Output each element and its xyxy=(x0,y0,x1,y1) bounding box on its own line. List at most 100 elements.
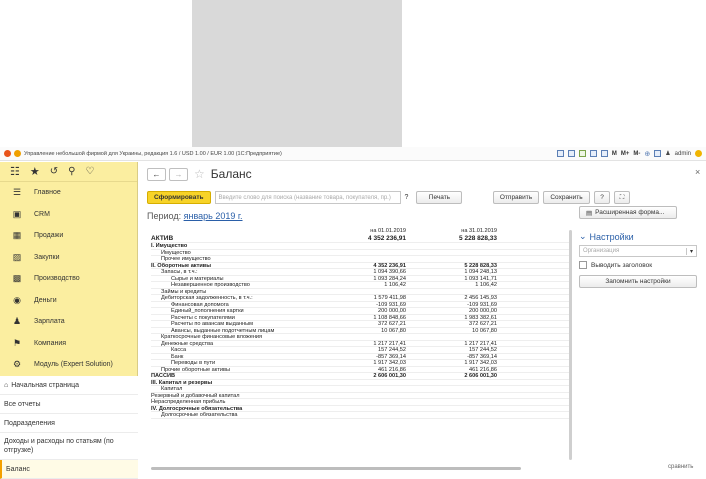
window-icon[interactable] xyxy=(654,150,662,157)
send-button[interactable]: Отправить xyxy=(493,191,539,204)
notification-bell-icon[interactable]: ♡ xyxy=(85,166,94,177)
report-cell-value: 10 067,80 xyxy=(472,327,497,334)
open-windows-list: ⌂ Начальная страница Все отчеты Подраздел… xyxy=(0,376,138,479)
user-name[interactable]: admin xyxy=(675,151,691,157)
remember-settings-button[interactable]: Запомнить настройки xyxy=(579,275,697,288)
chevron-down-icon: ⌄ xyxy=(579,231,587,241)
report-cell-label: Резервный и добавочный капитал xyxy=(151,392,240,398)
sidebar-item-production[interactable]: ▩ Производство xyxy=(0,268,137,290)
organization-select[interactable]: Организация ▾ xyxy=(579,245,697,257)
report-rows: I. Имущество Имущество Прочее имущество II.… xyxy=(151,243,571,419)
open-window-departments[interactable]: Подразделения xyxy=(0,414,138,433)
dropdown-arrow-icon[interactable]: ▾ xyxy=(686,247,696,255)
calendar-icon[interactable] xyxy=(589,150,597,157)
advanced-form-button[interactable]: ▤ Расширенная форма... xyxy=(579,206,677,219)
report-cell-value xyxy=(406,386,497,392)
zoom-icon[interactable]: ⊕ xyxy=(644,150,650,158)
report-cell-value xyxy=(331,406,406,412)
period-link[interactable]: январь 2019 г. xyxy=(184,211,243,221)
report-row-assets: АКТИВ 4 352 236,91 5 228 828,33 xyxy=(151,235,571,243)
memory-minus-button[interactable]: M- xyxy=(633,151,640,157)
report-cell-value: 4 352 236,91 xyxy=(373,262,406,269)
report-cell-value xyxy=(331,393,406,399)
sidebar-item-crm[interactable]: ▣ CRM xyxy=(0,204,137,226)
report-cell-value xyxy=(406,250,497,256)
calc-icon[interactable] xyxy=(578,150,586,157)
favorite-star-icon[interactable]: ☆ xyxy=(194,167,205,181)
report-horizontal-scrollbar[interactable] xyxy=(151,467,521,470)
report-cell-label: II. Оборотные активы xyxy=(151,262,211,268)
fullscreen-button[interactable]: ⛶ xyxy=(614,191,630,204)
balance-report: на 01.01.2019 на 31.01.2019 АКТИВ 4 352 … xyxy=(151,228,571,473)
menu-grid-icon[interactable]: ☷ xyxy=(10,165,20,178)
help-button[interactable]: ? xyxy=(594,191,610,204)
search-input[interactable]: Введите слово для поиска (название товар… xyxy=(214,191,401,204)
window-title: Управление небольшой фирмой для Украины,… xyxy=(24,150,282,157)
open-window-home[interactable]: ⌂ Начальная страница xyxy=(0,376,138,395)
memory-plus-button[interactable]: M+ xyxy=(621,151,630,157)
report-cell-label: Касса xyxy=(171,347,187,353)
print-icon[interactable] xyxy=(567,150,575,157)
save-icon[interactable] xyxy=(556,150,564,157)
sidebar-toolbar: ☷ ★ ↺ ⚲ ♡ xyxy=(0,162,137,182)
report-row: Долгосрочные обязательства xyxy=(151,412,571,419)
generate-button[interactable]: Сформировать xyxy=(147,191,211,204)
app-menu-icon[interactable] xyxy=(14,150,21,157)
sidebar-item-salary[interactable]: ♟ Зарплата xyxy=(0,311,137,333)
show-headers-checkbox[interactable] xyxy=(579,261,587,269)
sidebar-sections: ☰ Главное ▣ CRM ▦ Продажи ▨ Закупки ▩ Произво… xyxy=(0,182,137,376)
open-window-balance[interactable]: Баланс xyxy=(0,460,138,479)
report-cell-value xyxy=(406,289,497,295)
open-window-income-expenses[interactable]: Доходы и расходы по статьям (по отгрузке… xyxy=(0,433,138,460)
report-cell-label: Запасы, в т.ч.: xyxy=(161,269,198,275)
search-help-button[interactable]: ? xyxy=(405,194,409,201)
period-row: Период: январь 2019 г. xyxy=(147,211,243,221)
report-cell-value xyxy=(331,250,406,256)
compare-label[interactable]: сравнить xyxy=(668,464,693,470)
close-icon[interactable]: × xyxy=(695,167,700,177)
print-button[interactable]: Печать xyxy=(416,191,463,204)
sidebar-item-label: Деньги xyxy=(34,296,57,304)
main-content: ← → ☆ Баланс × Сформировать Введите слов… xyxy=(142,162,706,473)
info-icon[interactable] xyxy=(695,150,702,157)
report-cell-label: Банк xyxy=(171,353,184,359)
report-cell-value: 1 094 390,66 xyxy=(373,269,406,275)
table-icon[interactable] xyxy=(600,150,608,157)
organization-placeholder: Организация xyxy=(583,248,620,254)
report-cell-value xyxy=(331,386,406,392)
report-cell-value: 1 093 284,24 xyxy=(373,275,406,282)
memory-m-button[interactable]: M xyxy=(612,151,617,157)
back-button[interactable]: ← xyxy=(147,167,166,181)
report-cell-value: 200 000,00 xyxy=(469,308,497,314)
sidebar-item-purchases[interactable]: ▨ Закупки xyxy=(0,247,137,269)
report-cell-label: Долгосрочные обязательства xyxy=(161,412,238,418)
search-icon[interactable]: ⚲ xyxy=(68,166,75,177)
sidebar-item-money[interactable]: ◉ Деньги xyxy=(0,290,137,312)
report-cell-label: Имущество xyxy=(161,249,191,255)
report-vertical-scrollbar[interactable] xyxy=(569,230,572,460)
history-icon[interactable]: ↺ xyxy=(50,166,58,177)
report-cell-value xyxy=(331,412,406,418)
report-cell-value: 461 216,86 xyxy=(469,366,497,373)
open-window-label: Доходы и расходы по статьям (по отгрузке… xyxy=(4,438,114,454)
purchase-icon: ▨ xyxy=(12,251,22,262)
sidebar-item-sales[interactable]: ▦ Продажи xyxy=(0,225,137,247)
period-label: Период: xyxy=(147,211,182,221)
sidebar-item-main[interactable]: ☰ Главное xyxy=(0,182,137,204)
report-cell-label: Переводы в пути xyxy=(171,360,216,366)
report-cell-label: Единый_пополнения картки xyxy=(171,308,244,314)
sidebar-item-module[interactable]: ⚙ Модуль (Expert Solution) xyxy=(0,354,137,376)
report-cell-label: Денежные средства xyxy=(161,340,214,346)
open-window-label: Все отчеты xyxy=(4,400,41,408)
report-cell-value: 200 000,00 xyxy=(378,308,406,314)
settings-header[interactable]: ⌄ Настройки xyxy=(579,231,699,242)
report-cell-value: 1 108 848,66 xyxy=(373,314,406,321)
sidebar-item-company[interactable]: ⚑ Компания xyxy=(0,333,137,355)
forward-button[interactable]: → xyxy=(169,167,188,181)
save-button[interactable]: Сохранить xyxy=(543,191,590,204)
report-cell-value: -857 369,14 xyxy=(376,353,406,360)
expand-icon: ⛶ xyxy=(619,193,625,201)
favorites-star-icon[interactable]: ★ xyxy=(30,165,40,178)
open-window-all-reports[interactable]: Все отчеты xyxy=(0,395,138,414)
report-col-date-1: на 01.01.2019 xyxy=(370,228,406,234)
